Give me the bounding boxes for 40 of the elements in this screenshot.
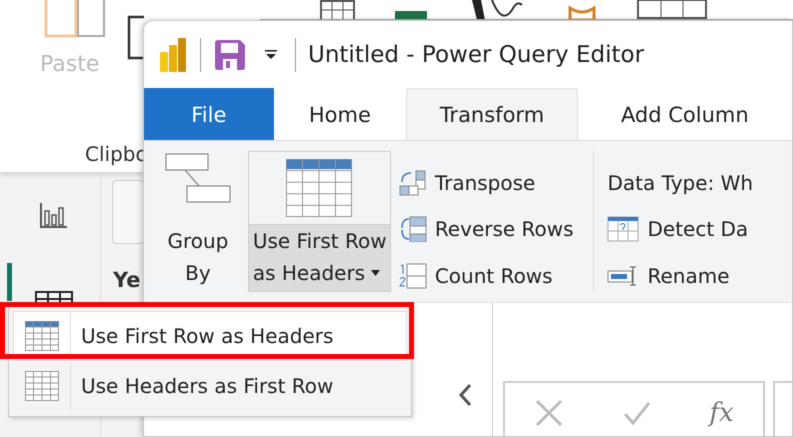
ribbon-button[interactable]: Count Rows — [398, 260, 593, 292]
ribbon-tab[interactable]: File — [144, 88, 274, 140]
check-icon — [622, 400, 651, 426]
bar-chart-icon — [39, 203, 69, 229]
caret-icon — [265, 50, 277, 60]
ribbon-tab[interactable]: Home — [274, 88, 406, 140]
count-rows-icon — [398, 262, 427, 289]
document-icon — [127, 15, 145, 60]
collapse-icon — [458, 383, 472, 407]
menu-item[interactable]: Use Headers as First Row — [13, 361, 407, 411]
formula-field[interactable] — [773, 381, 792, 436]
cancel-icon — [534, 398, 564, 428]
save-button[interactable] — [215, 40, 245, 70]
group-by-button[interactable]: Group By — [160, 151, 236, 292]
customize-dropdown[interactable] — [265, 50, 277, 60]
group-by-icon — [164, 153, 231, 203]
ribbon-button[interactable]: Detect Da — [607, 213, 792, 246]
use-first-row-button[interactable] — [248, 151, 391, 224]
ribbon-button[interactable]: Reverse Rows — [398, 213, 593, 246]
transpose-icon — [398, 170, 427, 196]
ribbon-tab[interactable]: Add Column — [578, 88, 792, 140]
spreadsheet-icon — [395, 11, 427, 19]
formula-label: fx — [709, 398, 734, 428]
table-header-icon — [286, 159, 352, 217]
save-icon — [215, 40, 245, 70]
ribbon-tab[interactable]: Transform — [406, 88, 578, 140]
data-type-dropdown[interactable]: Data Type: Wh — [607, 167, 792, 200]
caret-icon — [371, 270, 380, 276]
menu-item[interactable]: Use First Row as Headers — [13, 311, 407, 361]
active-indicator — [7, 263, 12, 301]
column-header: Ye — [113, 268, 141, 292]
reverse-rows-icon — [398, 216, 427, 242]
logo-icon — [160, 38, 186, 72]
window-title: Untitled - Power Query Editor — [308, 42, 644, 68]
headers-dropdown-button[interactable]: Use First Row as Headers — [248, 224, 391, 292]
ribbon-button[interactable]: Rename — [607, 260, 792, 292]
paste-label: Paste — [40, 52, 100, 77]
grid-icon — [637, 0, 707, 19]
ribbon-button[interactable]: Transpose — [398, 167, 593, 200]
table-question-icon — [607, 216, 640, 242]
